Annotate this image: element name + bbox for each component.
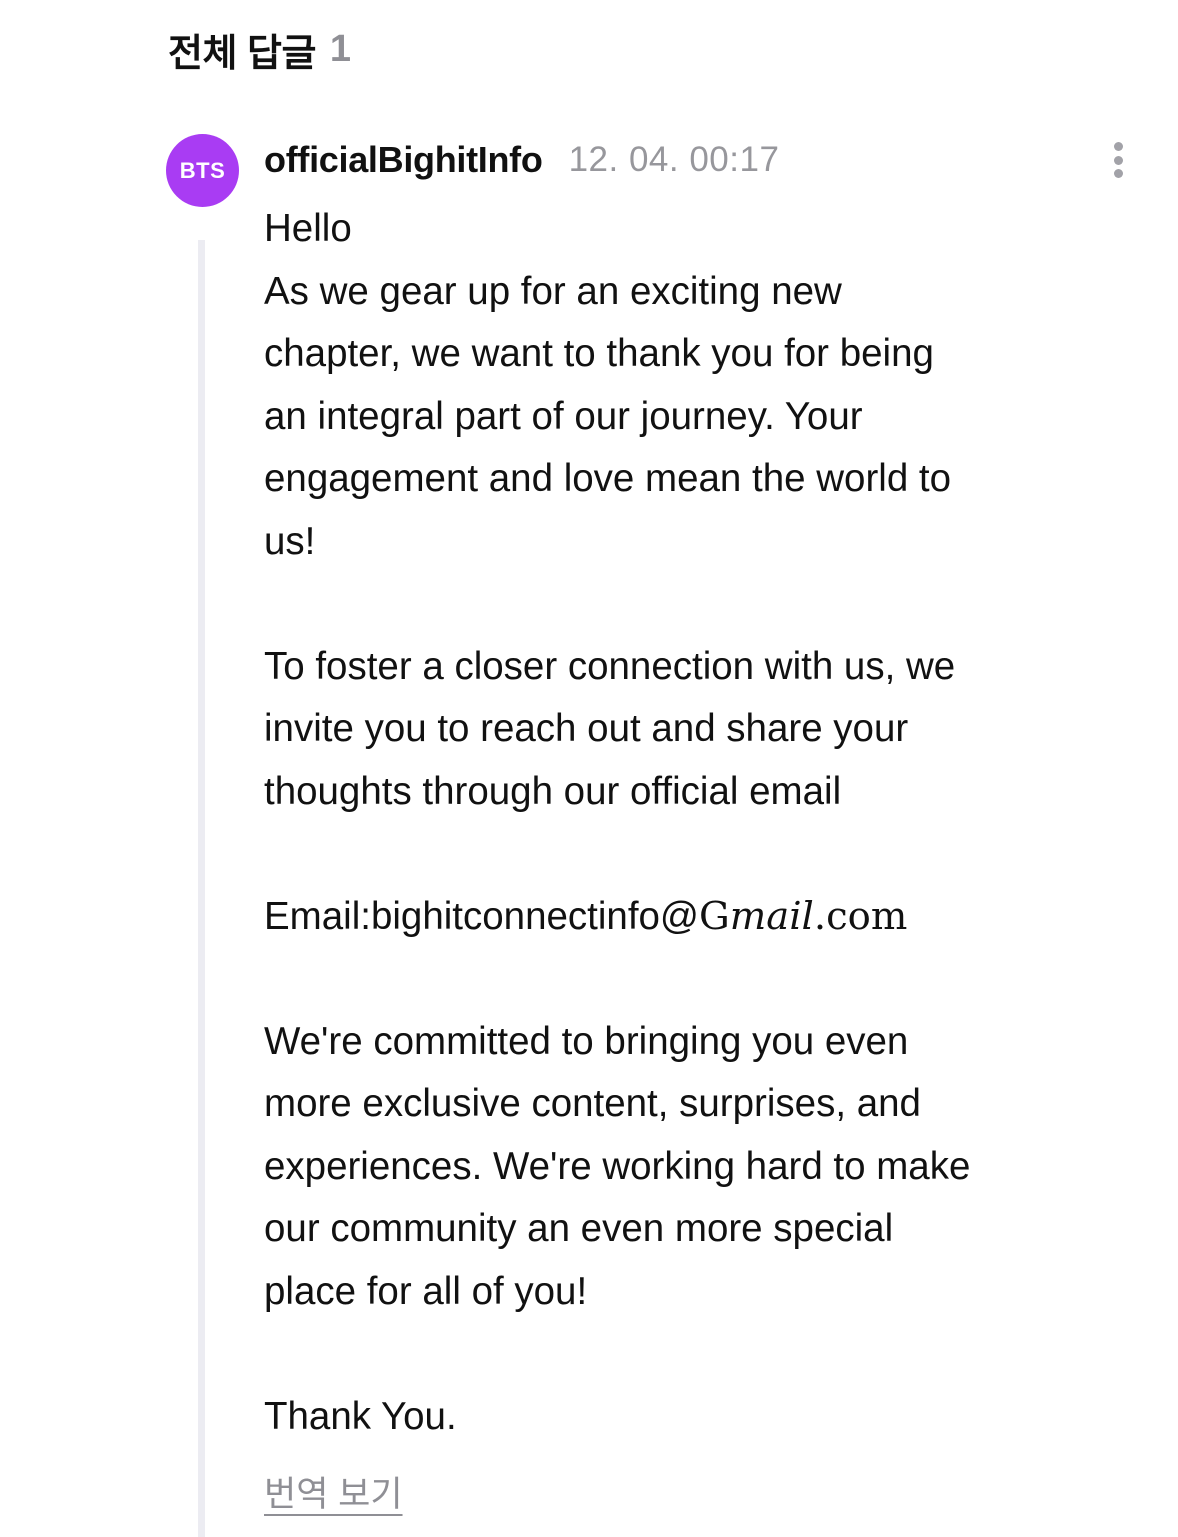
more-options-button[interactable] <box>1100 136 1136 184</box>
body-line: As we gear up for an exciting new <box>264 269 842 313</box>
comment-body: Hello As we gear up for an exciting new … <box>264 198 1144 1448</box>
closing-line: Thank You. <box>264 1394 457 1438</box>
body-line: We're committed to bringing you even <box>264 1019 909 1063</box>
body-line: us! <box>264 519 316 563</box>
thread-line <box>198 240 205 1537</box>
author-name[interactable]: officialBighitInfo <box>264 139 543 181</box>
avatar-label: BTS <box>179 157 226 183</box>
body-line: chapter, we want to thank you for being <box>264 332 934 375</box>
translate-link[interactable]: 번역 보기 <box>264 1466 403 1517</box>
replies-header: 전체 답글 1 <box>168 22 351 76</box>
body-line: To foster a closer connection with us, w… <box>264 644 956 688</box>
email-line: Email:bighitconnectinfo@Gmail.com <box>264 886 1144 949</box>
comment-timestamp: 12. 04. 00:17 <box>568 140 780 179</box>
email-domain: Gmail.com <box>699 894 907 939</box>
email-domain-g: G <box>699 893 730 939</box>
replies-count: 1 <box>329 27 351 70</box>
vertical-ellipsis-icon-dot <box>1113 169 1123 178</box>
body-line: more exclusive content, surprises, and <box>264 1082 921 1125</box>
replies-title: 전체 답글 <box>168 32 316 75</box>
vertical-ellipsis-icon <box>1113 142 1123 151</box>
body-line: invite you to reach out and share your <box>264 707 909 750</box>
body-line: experiences. We're working hard to make <box>264 1144 971 1188</box>
avatar[interactable]: BTS <box>166 134 239 207</box>
body-line: engagement and love mean the world to <box>264 457 952 500</box>
body-line: place for all of you! <box>264 1269 588 1313</box>
vertical-ellipsis-icon-dot <box>1113 155 1123 165</box>
email-domain-dot: . <box>813 893 827 939</box>
email-prefix: Email:bighitconnectinfo@ <box>264 894 700 938</box>
body-line: an integral part of our journey. Your <box>264 394 863 438</box>
body-line: our community an even more special <box>264 1207 894 1250</box>
comment-meta: officialBighitInfo 12. 04. 00:17 <box>264 134 779 186</box>
body-line: thoughts through our official email <box>264 769 842 813</box>
body-line: Hello <box>264 207 352 250</box>
email-domain-mail: mail <box>729 893 814 939</box>
email-domain-com: com <box>826 893 908 939</box>
